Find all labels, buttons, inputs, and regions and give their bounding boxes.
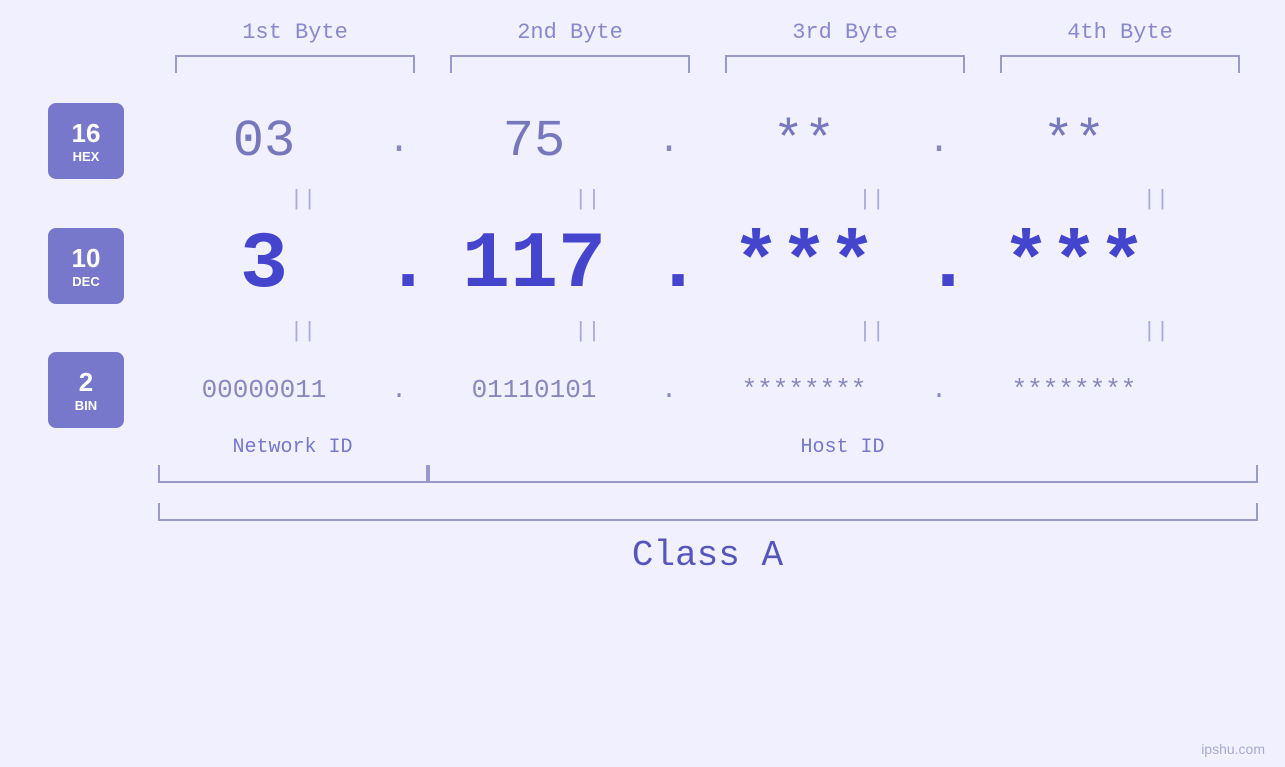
bracket-byte4 [1000, 55, 1240, 73]
dec-values: 3 . 117 . *** . *** [144, 220, 1285, 311]
class-label: Class A [632, 535, 783, 576]
header-byte3: 3rd Byte [725, 20, 965, 45]
network-id-label-area: Network ID [158, 436, 428, 459]
hex-badge-label: HEX [73, 149, 100, 164]
eq1-b3: || [752, 187, 992, 212]
hex-b1: 03 [144, 112, 384, 171]
eq1-b2: || [467, 187, 707, 212]
equals-row-1: || || || || [180, 179, 1280, 220]
main-container: 1st Byte 2nd Byte 3rd Byte 4th Byte 16 H… [0, 0, 1285, 767]
eq1-b4: || [1036, 187, 1276, 212]
class-label-area: Class A [158, 535, 1258, 576]
hex-row: 16 HEX 03 . 75 . ** . ** [0, 103, 1285, 179]
bin-b1: 00000011 [144, 375, 384, 405]
bin-badge-label: BIN [75, 398, 97, 413]
bracket-full [158, 503, 1258, 521]
header-byte2: 2nd Byte [450, 20, 690, 45]
hex-b3: ** [684, 112, 924, 171]
host-id-label: Host ID [800, 436, 884, 459]
host-id-label-area: Host ID [428, 436, 1258, 459]
bracket-byte3 [725, 55, 965, 73]
dec-b1: 3 [144, 220, 384, 311]
bin-b4: ******** [954, 375, 1194, 405]
dec-b4: *** [954, 220, 1194, 311]
top-brackets [158, 55, 1258, 73]
bin-badge: 2 BIN [48, 352, 124, 428]
hex-dot2: . [654, 120, 684, 163]
dec-badge: 10 DEC [48, 228, 124, 304]
dec-b2: 117 [414, 220, 654, 311]
bin-row: 2 BIN 00000011 . 01110101 . ******** . [0, 352, 1285, 428]
id-labels: Network ID Host ID [158, 436, 1258, 459]
eq2-b4: || [1036, 319, 1276, 344]
bottom-bracket-area: Network ID Host ID Class A [158, 436, 1258, 576]
dec-badge-label: DEC [72, 274, 99, 289]
bracket-byte2 [450, 55, 690, 73]
bin-dot1: . [384, 375, 414, 405]
hex-b2: 75 [414, 112, 654, 171]
eq2-b3: || [752, 319, 992, 344]
bracket-host [428, 465, 1258, 483]
byte-headers: 1st Byte 2nd Byte 3rd Byte 4th Byte [158, 20, 1258, 45]
dec-b3: *** [684, 220, 924, 311]
eq2-b1: || [183, 319, 423, 344]
eq1-b1: || [183, 187, 423, 212]
equals-row-2: || || || || [180, 311, 1280, 352]
hex-badge-number: 16 [72, 118, 101, 149]
hex-dot1: . [384, 120, 414, 163]
hex-badge: 16 HEX [48, 103, 124, 179]
bin-b2: 01110101 [414, 375, 654, 405]
bottom-brackets [158, 465, 1258, 483]
header-byte1: 1st Byte [175, 20, 415, 45]
bin-dot3: . [924, 375, 954, 405]
bin-b3: ******** [684, 375, 924, 405]
bin-badge-number: 2 [79, 367, 93, 398]
bin-values: 00000011 . 01110101 . ******** . *******… [144, 375, 1285, 405]
dec-dot1: . [384, 220, 414, 311]
hex-dot3: . [924, 120, 954, 163]
bracket-byte1 [175, 55, 415, 73]
dec-badge-number: 10 [72, 243, 101, 274]
dec-row: 10 DEC 3 . 117 . *** . *** [0, 220, 1285, 311]
hex-b4: ** [954, 112, 1194, 171]
hex-values: 03 . 75 . ** . ** [144, 112, 1285, 171]
dec-dot3: . [924, 220, 954, 311]
watermark: ipshu.com [1201, 741, 1265, 757]
network-id-label: Network ID [232, 436, 352, 459]
bracket-network [158, 465, 428, 483]
header-byte4: 4th Byte [1000, 20, 1240, 45]
eq2-b2: || [467, 319, 707, 344]
bin-dot2: . [654, 375, 684, 405]
dec-dot2: . [654, 220, 684, 311]
